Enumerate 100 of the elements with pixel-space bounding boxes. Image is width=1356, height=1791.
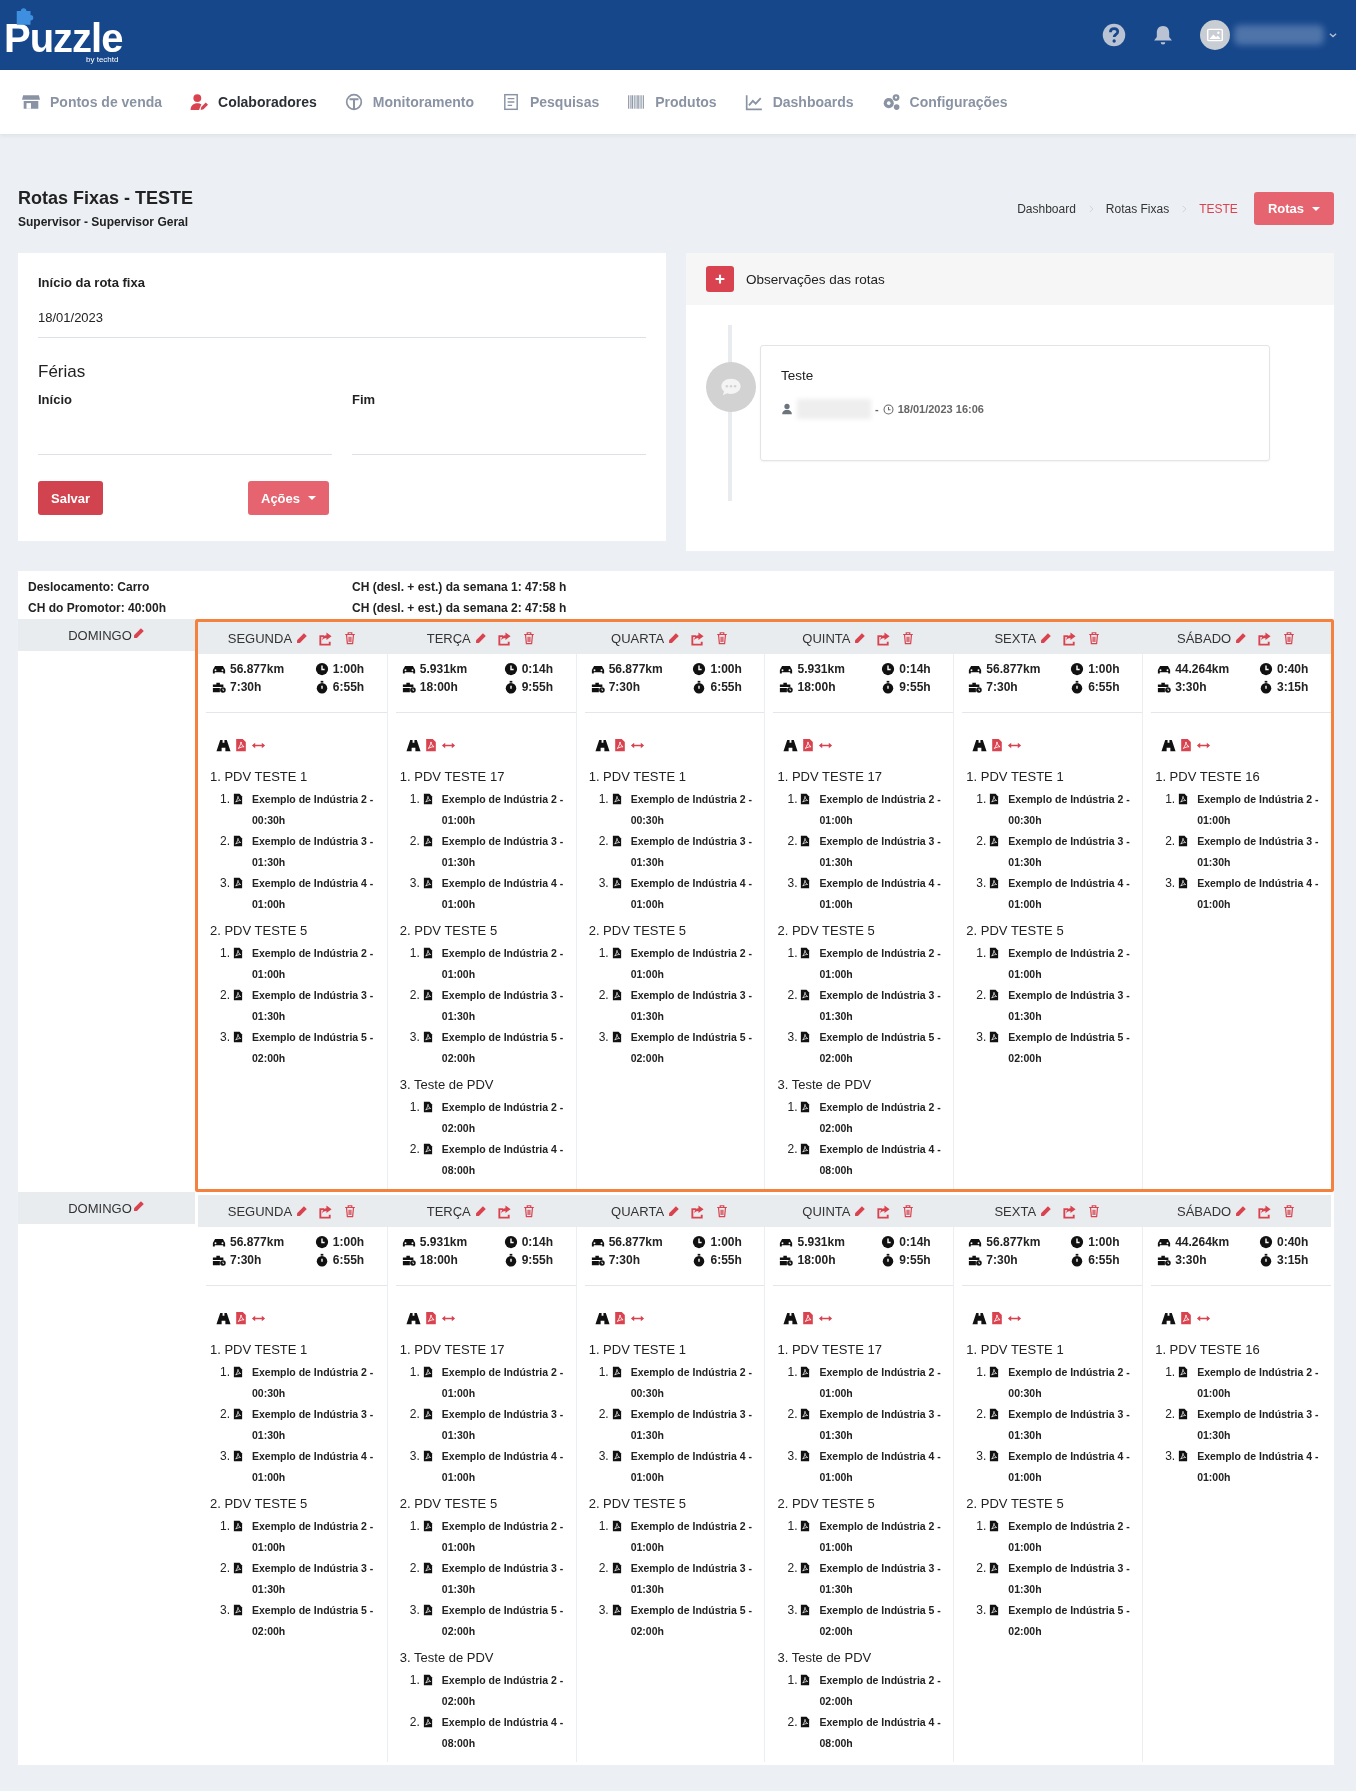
pdf-icon[interactable] [612,1311,627,1325]
share-icon[interactable] [876,1203,892,1219]
date-field[interactable]: 18/01/2023 [38,290,646,338]
item-text: Exemplo de Indústria 4 - 01:00h [1008,1449,1131,1485]
bell-icon[interactable] [1152,24,1174,46]
chevron-icon[interactable] [1328,30,1338,40]
pdf-icon[interactable] [612,738,627,752]
road-icon[interactable] [783,1310,799,1326]
share-icon[interactable] [318,630,334,646]
edit-icon[interactable] [295,1204,309,1218]
trash-icon[interactable] [715,631,730,645]
road-icon[interactable] [783,737,799,753]
pdf-icon[interactable] [234,1311,248,1325]
share-icon[interactable] [496,1203,512,1219]
rotas-button[interactable]: Rotas [1253,192,1334,225]
edit-icon[interactable] [473,631,487,645]
edit-icon[interactable] [295,631,309,645]
pdf-icon[interactable] [801,738,816,752]
pdf-icon[interactable] [990,1311,1005,1325]
nav-item[interactable]: Monitoramento [344,93,474,111]
road-icon[interactable] [405,1310,421,1326]
pdf-icon[interactable] [1179,738,1194,752]
trash-icon[interactable] [1282,631,1297,645]
edit-icon[interactable] [1234,631,1248,645]
document-icon [610,1520,623,1532]
pdf-icon[interactable] [990,738,1005,752]
item-text: Exemplo de Indústria 2 - 01:00h [1197,792,1320,828]
road-icon[interactable] [1161,737,1177,753]
road-icon[interactable] [594,1310,610,1326]
user-menu[interactable] [1200,20,1338,50]
trash-icon[interactable] [1087,631,1102,645]
document-icon [799,1143,812,1155]
pdv-title: 2. PDV TESTE 5 [399,1495,499,1513]
road-icon[interactable] [972,1310,988,1326]
edit-icon[interactable] [853,1204,867,1218]
trash-icon[interactable] [715,1204,730,1218]
trash-icon[interactable] [1087,1204,1102,1218]
item-number: 1. [219,945,231,962]
item-number: 2. [1164,833,1177,850]
edit-icon[interactable] [1039,1204,1053,1218]
pdf-icon[interactable] [1179,1311,1194,1325]
trash-icon[interactable] [1282,1204,1297,1218]
share-icon[interactable] [1257,1203,1273,1219]
edit-icon[interactable] [853,631,867,645]
clock-icon [881,662,896,676]
item-number: 3. [975,875,988,892]
gears-icon [881,93,900,111]
edit-icon[interactable] [667,1204,681,1218]
pdf-icon[interactable] [801,1311,816,1325]
pdf-icon[interactable] [423,1311,438,1325]
share-icon[interactable] [496,630,512,646]
help-icon[interactable] [1102,23,1126,47]
item-text: Exemplo de Indústria 4 - 01:00h [441,1449,565,1485]
item-number: 1. [1164,791,1177,808]
item-number: 2. [408,833,421,850]
nav-item[interactable]: Produtos [627,93,717,111]
edit-icon[interactable] [1234,1204,1248,1218]
nav-item[interactable]: Pontos de venda [22,93,163,111]
item-number: 3. [408,875,421,892]
stat-value: 6:55h [1088,679,1120,696]
share-icon[interactable] [1062,630,1078,646]
edit-icon[interactable] [131,1200,145,1213]
nav-item[interactable]: Pesquisas [501,93,600,111]
road-icon[interactable] [216,1310,231,1326]
edit-icon[interactable] [667,631,681,645]
trash-icon[interactable] [521,1204,536,1218]
nav-item[interactable]: Colaboradores [190,93,317,111]
breadcrumb-link[interactable]: Rotas Fixas [1105,201,1170,216]
actions-button[interactable]: Ações [248,481,330,515]
stopwatch-icon [1259,680,1273,694]
edit-icon[interactable] [131,627,145,640]
nav-item[interactable]: Configurações [881,93,1008,111]
road-icon[interactable] [972,737,988,753]
pdf-icon[interactable] [234,738,248,752]
share-icon[interactable] [1062,1203,1078,1219]
edit-icon[interactable] [473,1204,487,1218]
breadcrumb-link[interactable]: TESTE [1199,201,1238,216]
nav-item[interactable]: Dashboards [744,93,854,111]
road-icon[interactable] [594,737,610,753]
road-icon[interactable] [216,737,231,753]
add-button[interactable] [706,266,734,292]
share-icon[interactable] [1257,630,1273,646]
trash-icon[interactable] [343,1204,358,1218]
share-icon[interactable] [690,1203,706,1219]
document-icon [421,1674,434,1686]
trash-icon[interactable] [901,1204,916,1218]
pdv-title: 1. PDV TESTE 16 [1155,768,1261,786]
trash-icon[interactable] [901,631,916,645]
trash-icon[interactable] [343,631,358,645]
road-icon[interactable] [1161,1310,1177,1326]
trash-icon[interactable] [521,631,536,645]
breadcrumb-link[interactable]: Dashboard [1017,201,1076,216]
stat-value: 56.877km [608,1234,663,1251]
road-icon[interactable] [405,737,421,753]
edit-icon[interactable] [1039,631,1053,645]
save-button[interactable]: Salvar [38,481,104,515]
share-icon[interactable] [318,1203,334,1219]
share-icon[interactable] [690,630,706,646]
share-icon[interactable] [876,630,892,646]
pdf-icon[interactable] [423,738,438,752]
